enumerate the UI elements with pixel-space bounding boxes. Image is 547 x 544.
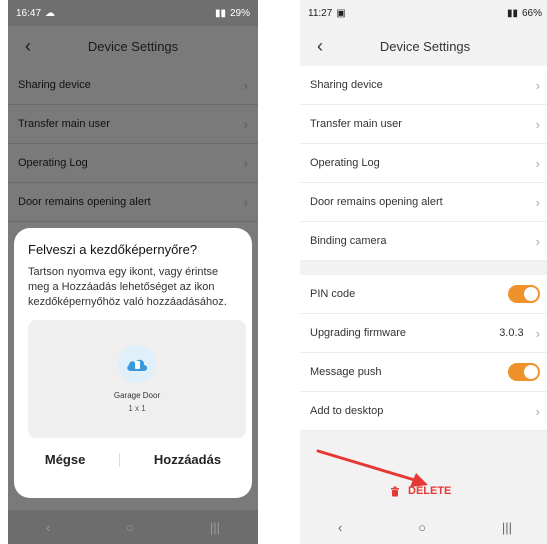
settings-row-sharing[interactable]: Sharing device › [8, 66, 258, 105]
row-label: Operating Log [310, 157, 380, 169]
cancel-button[interactable]: Mégse [45, 452, 85, 467]
row-label: Upgrading firmware [310, 327, 406, 339]
left-phone-screen: 16:47 ☁ ▮▮ 29% ‹ Device Settings Sharing… [8, 0, 258, 544]
nav-recents-icon[interactable]: ||| [502, 520, 512, 535]
delete-label: DELETE [408, 485, 452, 497]
settings-row-transfer[interactable]: Transfer main user › [8, 105, 258, 144]
nav-back-icon[interactable]: ‹ [338, 520, 342, 535]
row-label: Door remains opening alert [18, 196, 151, 208]
nav-back-icon[interactable]: ‹ [46, 520, 50, 535]
app-icon [118, 345, 156, 383]
dialog-actions: Mégse Hozzáadás [28, 452, 238, 467]
chevron-right-icon: › [243, 194, 248, 210]
row-label: Binding camera [310, 235, 387, 247]
nav-recents-icon[interactable]: ||| [210, 520, 220, 535]
signal-icon: ▮▮ [214, 7, 226, 19]
chevron-right-icon: › [535, 155, 540, 171]
status-battery: 66% [521, 7, 542, 19]
red-arrow-annotation [316, 449, 428, 487]
settings-row-transfer[interactable]: Transfer main user › [300, 105, 547, 144]
dialog-title: Felveszi a kezdőképernyőre? [28, 242, 198, 257]
nav-home-icon[interactable]: ○ [126, 520, 134, 535]
chevron-right-icon: › [243, 77, 248, 93]
status-bar: 11:27 ▣ ▮▮ 66% [300, 0, 547, 26]
delete-button[interactable]: DELETE [390, 485, 451, 497]
settings-row-binding-camera[interactable]: Binding camera › [300, 222, 547, 261]
settings-row-operating-log[interactable]: Operating Log › [300, 144, 547, 183]
section-gap [300, 261, 547, 275]
chevron-right-icon: › [535, 233, 540, 249]
firmware-version: 3.0.3 [499, 327, 524, 339]
settings-row-door-alert[interactable]: Door remains opening alert › [300, 183, 547, 222]
add-button[interactable]: Hozzáadás [154, 452, 221, 467]
chevron-left-icon: ‹ [317, 35, 323, 56]
header: ‹ Device Settings [8, 26, 258, 66]
settings-row-pin-code: PIN code [300, 275, 547, 314]
divider [119, 452, 121, 467]
trash-icon [391, 486, 399, 496]
row-label: Transfer main user [18, 118, 110, 130]
chevron-right-icon: › [535, 325, 540, 341]
row-label: PIN code [310, 288, 356, 300]
status-bar: 16:47 ☁ ▮▮ 29% [8, 0, 258, 26]
system-nav-bar: ‹ ○ ||| [300, 510, 547, 544]
dialog-body: Tartson nyomva egy ikont, vagy érintse m… [28, 266, 227, 308]
settings-row-add-to-desktop[interactable]: Add to desktop › [300, 392, 547, 431]
cloud-phone-icon [127, 359, 147, 371]
chevron-right-icon: › [243, 116, 248, 132]
back-button[interactable]: ‹ [310, 36, 330, 56]
settings-row-door-alert[interactable]: Door remains opening alert › [8, 183, 258, 222]
row-label: Add to desktop [310, 405, 384, 417]
header: ‹ Device Settings [300, 26, 547, 66]
signal-icon: ▮▮ [506, 7, 518, 19]
nav-home-icon[interactable]: ○ [418, 520, 426, 535]
message-push-toggle[interactable] [508, 363, 540, 381]
add-to-home-dialog: Felveszi a kezdőképernyőre? Tartson nyom… [14, 228, 252, 498]
widget-preview[interactable]: Garage Door 1 x 1 [28, 320, 246, 438]
delete-area: DELETE [300, 443, 547, 510]
chevron-right-icon: › [535, 116, 540, 132]
settings-row-firmware[interactable]: Upgrading firmware 3.0.3 › [300, 314, 547, 353]
right-phone-screen: 11:27 ▣ ▮▮ 66% ‹ Device Settings Sharing… [300, 0, 547, 544]
row-label: Operating Log [18, 157, 88, 169]
preview-size: 1 x 1 [128, 404, 146, 413]
row-label: Message push [310, 366, 382, 378]
page-title: Device Settings [87, 38, 179, 54]
chevron-right-icon: › [535, 194, 540, 210]
chevron-left-icon: ‹ [25, 35, 31, 56]
status-battery: 29% [229, 7, 250, 19]
settings-row-operating-log[interactable]: Operating Log › [8, 144, 258, 183]
back-button[interactable]: ‹ [18, 36, 38, 56]
row-label: Door remains opening alert [310, 196, 443, 208]
preview-name: Garage Door [113, 391, 161, 400]
page-title: Device Settings [379, 38, 471, 54]
row-label: Sharing device [18, 79, 91, 91]
status-time: 11:27 [308, 7, 333, 19]
chevron-right-icon: › [243, 155, 248, 171]
image-icon: ▣ [336, 7, 346, 19]
cloud-icon: ☁ [45, 7, 56, 19]
chevron-right-icon: › [535, 77, 540, 93]
settings-row-sharing[interactable]: Sharing device › [300, 66, 547, 105]
row-label: Transfer main user [310, 118, 402, 130]
chevron-right-icon: › [535, 403, 540, 419]
row-label: Sharing device [310, 79, 383, 91]
settings-row-message-push: Message push [300, 353, 547, 392]
status-time: 16:47 [16, 7, 42, 19]
pin-code-toggle[interactable] [508, 285, 540, 303]
system-nav-bar: ‹ ○ ||| [8, 510, 258, 544]
